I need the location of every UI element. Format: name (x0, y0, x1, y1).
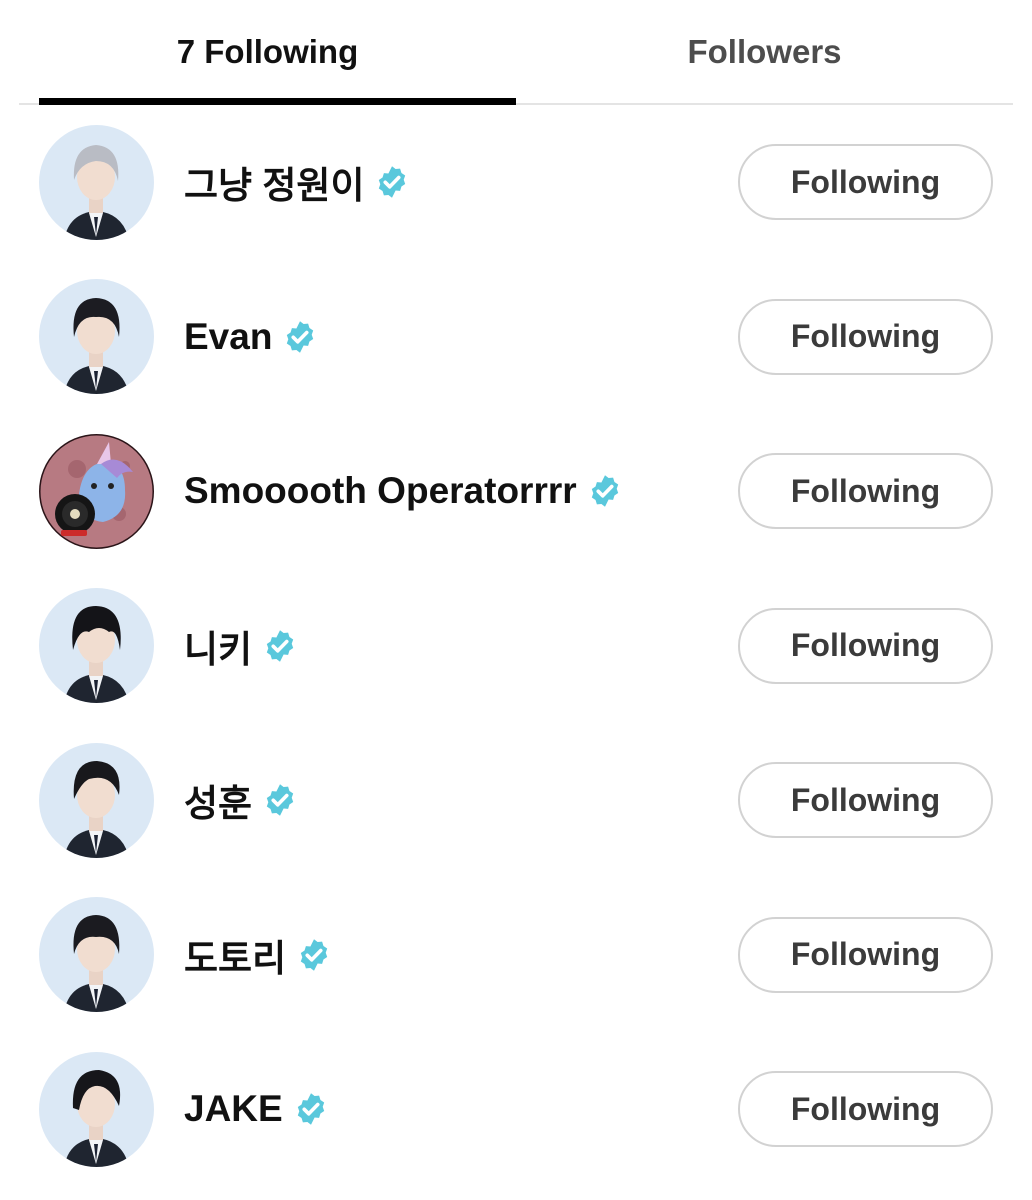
tab-following-label: 7 Following (176, 32, 359, 70)
avatar[interactable] (39, 588, 154, 704)
following-button[interactable]: Following (738, 916, 993, 993)
user-name[interactable]: 도토리 (184, 928, 286, 982)
following-list: 그냥 정원이 Following Evan Following Smooooth… (0, 105, 1032, 1187)
following-button[interactable]: Following (738, 607, 993, 684)
list-item[interactable]: Evan Following (0, 260, 1032, 415)
verified-badge-icon (262, 782, 298, 818)
verified-badge-icon (293, 1091, 329, 1127)
avatar-photo-icon (39, 742, 154, 858)
active-tab-indicator (39, 98, 516, 105)
list-item[interactable]: Smooooth Operatorrrr Following (0, 414, 1032, 569)
avatar[interactable] (39, 279, 154, 395)
verified-badge-icon (282, 319, 318, 355)
list-item[interactable]: 성훈 Following (0, 723, 1032, 878)
tab-bar: 7 Following Followers (0, 0, 1032, 105)
tab-following[interactable]: 7 Following (19, 0, 516, 105)
user-name[interactable]: 니키 (184, 619, 252, 673)
list-item[interactable]: 니키 Following (0, 569, 1032, 724)
avatar[interactable] (39, 1051, 154, 1167)
avatar[interactable] (39, 433, 154, 549)
verified-badge-icon (296, 937, 332, 973)
user-name[interactable]: JAKE (184, 1088, 283, 1130)
user-name[interactable]: Evan (184, 316, 272, 358)
avatar-photo-icon (39, 124, 154, 240)
following-button[interactable]: Following (738, 1071, 993, 1148)
user-name[interactable]: Smooooth Operatorrrr (184, 470, 577, 512)
avatar-photo-icon (39, 897, 154, 1013)
avatar[interactable] (39, 742, 154, 858)
verified-badge-icon (262, 628, 298, 664)
tab-followers[interactable]: Followers (516, 0, 1013, 105)
tab-followers-label: Followers (687, 32, 842, 70)
avatar-photo-icon (39, 588, 154, 704)
avatar[interactable] (39, 897, 154, 1013)
following-button[interactable]: Following (738, 453, 993, 530)
unicorn-cartoon-icon (39, 433, 154, 549)
list-item[interactable]: JAKE Following (0, 1032, 1032, 1187)
avatar[interactable] (39, 124, 154, 240)
following-button[interactable]: Following (738, 298, 993, 375)
list-item[interactable]: 도토리 Following (0, 878, 1032, 1033)
user-name[interactable]: 성훈 (184, 773, 252, 827)
avatar-photo-icon (39, 279, 154, 395)
following-button[interactable]: Following (738, 144, 993, 221)
verified-badge-icon (374, 164, 410, 200)
avatar-photo-icon (39, 1051, 154, 1167)
following-button[interactable]: Following (738, 762, 993, 839)
user-name[interactable]: 그냥 정원이 (184, 155, 364, 209)
verified-badge-icon (587, 473, 623, 509)
list-item[interactable]: 그냥 정원이 Following (0, 105, 1032, 260)
